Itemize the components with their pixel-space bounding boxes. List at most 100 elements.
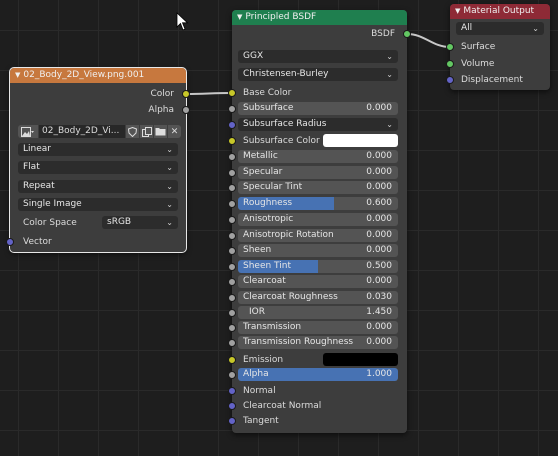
param-label: Roughness bbox=[243, 198, 293, 208]
image-texture-node[interactable]: ▼ 02_Body_2D_View.png.001 Color Alpha 02… bbox=[6, 67, 190, 253]
input-vector-socket[interactable] bbox=[6, 238, 14, 246]
param-row: Transmission Roughness 0.000 bbox=[228, 336, 407, 350]
param-row: IOR 1.450 bbox=[228, 306, 407, 320]
param-input-socket[interactable] bbox=[228, 169, 236, 177]
color-space-dropdown[interactable]: sRGB ⌄ bbox=[102, 216, 178, 229]
image-browse-icon[interactable] bbox=[18, 125, 38, 138]
param-input-socket[interactable] bbox=[228, 216, 236, 224]
subsurface-method-dropdown[interactable]: Christensen-Burley ⌄ bbox=[238, 68, 398, 81]
image-name-field[interactable]: 02_Body_2D_Vi... bbox=[39, 125, 125, 138]
param-input-socket[interactable] bbox=[228, 278, 236, 286]
collapse-arrow-icon[interactable]: ▼ bbox=[455, 4, 460, 19]
param-input-socket[interactable] bbox=[228, 247, 236, 255]
param-input-socket[interactable] bbox=[228, 200, 236, 208]
param-slider[interactable]: Transmission 0.000 bbox=[238, 321, 398, 334]
param-input-socket[interactable] bbox=[228, 153, 236, 161]
displacement-label: Displacement bbox=[461, 75, 523, 85]
input-normal-socket[interactable] bbox=[228, 387, 236, 395]
input-base-color-socket[interactable] bbox=[228, 89, 236, 97]
chevron-down-icon: ⌄ bbox=[386, 120, 393, 129]
output-node-header[interactable]: ▼ Material Output bbox=[450, 4, 550, 19]
param-input-socket[interactable] bbox=[228, 263, 236, 271]
source-dropdown[interactable]: Single Image ⌄ bbox=[18, 198, 178, 211]
param-input-socket[interactable] bbox=[228, 339, 236, 347]
param-row: Alpha 1.000 bbox=[228, 368, 407, 382]
param-input-socket[interactable] bbox=[228, 105, 236, 113]
output-node-title: Material Output bbox=[463, 6, 535, 16]
param-slider[interactable]: Roughness 0.600 bbox=[238, 197, 398, 210]
collapse-arrow-icon[interactable]: ▼ bbox=[15, 68, 20, 83]
close-icon[interactable]: ✕ bbox=[168, 125, 181, 138]
subsurface-color-swatch[interactable] bbox=[323, 134, 398, 147]
input-tangent-socket[interactable] bbox=[228, 417, 236, 425]
input-displacement-socket[interactable] bbox=[446, 76, 454, 84]
param-input-socket[interactable] bbox=[228, 294, 236, 302]
chevron-down-icon: ⌄ bbox=[386, 52, 393, 61]
chevron-down-icon: ⌄ bbox=[386, 70, 393, 79]
param-input-socket[interactable] bbox=[228, 371, 236, 379]
param-slider[interactable]: Clearcoat 0.000 bbox=[238, 275, 398, 288]
material-output-node[interactable]: ▼ Material Output All ⌄ Surface Volume D… bbox=[446, 4, 550, 90]
subsurface-radius-dropdown[interactable]: Subsurface Radius ⌄ bbox=[238, 118, 398, 131]
collapse-arrow-icon[interactable]: ▼ bbox=[237, 10, 242, 25]
extension-dropdown[interactable]: Repeat ⌄ bbox=[18, 180, 178, 193]
param-label: Subsurface bbox=[243, 103, 294, 113]
param-input-socket[interactable] bbox=[228, 324, 236, 332]
projection-value: Flat bbox=[23, 162, 40, 172]
param-slider[interactable]: Anisotropic 0.000 bbox=[238, 213, 398, 226]
param-label: Specular bbox=[243, 167, 283, 177]
input-subsurface-color-socket[interactable] bbox=[228, 137, 236, 145]
principled-bsdf-node[interactable]: ▼ Principled BSDF BSDF GGX ⌄ Christensen… bbox=[228, 10, 411, 433]
param-input-socket[interactable] bbox=[228, 232, 236, 240]
param-row: Anisotropic 0.000 bbox=[228, 213, 407, 227]
distribution-dropdown[interactable]: GGX ⌄ bbox=[238, 50, 398, 63]
input-surface-socket[interactable] bbox=[446, 43, 454, 51]
chevron-down-icon: ⌄ bbox=[166, 145, 173, 154]
input-subsurface-radius-socket[interactable] bbox=[228, 121, 236, 129]
param-slider[interactable]: Sheen Tint 0.500 bbox=[238, 260, 398, 273]
param-slider[interactable]: Clearcoat Roughness 0.030 bbox=[238, 291, 398, 304]
texture-node-title: 02_Body_2D_View.png.001 bbox=[23, 70, 145, 80]
param-label: Alpha bbox=[243, 369, 269, 379]
param-slider[interactable]: Alpha 1.000 bbox=[238, 368, 398, 381]
param-value: 0.000 bbox=[366, 337, 392, 347]
param-value: 0.500 bbox=[366, 261, 392, 271]
param-row: Specular Tint 0.000 bbox=[228, 181, 407, 195]
input-emission-socket[interactable] bbox=[228, 356, 236, 364]
output-bsdf-socket[interactable] bbox=[403, 30, 411, 38]
folder-icon[interactable] bbox=[154, 125, 167, 138]
param-value: 0.000 bbox=[366, 245, 392, 255]
param-row: Subsurface 0.000 bbox=[228, 102, 407, 116]
param-label: Sheen Tint bbox=[243, 261, 292, 271]
param-input-socket[interactable] bbox=[228, 184, 236, 192]
output-color-socket[interactable] bbox=[182, 90, 190, 98]
param-value: 1.450 bbox=[366, 307, 392, 317]
emission-color-swatch[interactable] bbox=[323, 353, 398, 366]
param-slider[interactable]: Specular Tint 0.000 bbox=[238, 181, 398, 194]
duplicate-icon[interactable] bbox=[140, 125, 153, 138]
param-value: 0.000 bbox=[366, 230, 392, 240]
param-slider[interactable]: Sheen 0.000 bbox=[238, 244, 398, 257]
bsdf-node-header[interactable]: ▼ Principled BSDF bbox=[232, 10, 407, 25]
target-dropdown[interactable]: All ⌄ bbox=[456, 22, 544, 35]
param-slider[interactable]: Anisotropic Rotation 0.000 bbox=[238, 229, 398, 242]
emission-label: Emission bbox=[243, 355, 284, 365]
param-slider[interactable]: Transmission Roughness 0.000 bbox=[238, 336, 398, 349]
input-volume-socket[interactable] bbox=[446, 60, 454, 68]
param-label: Anisotropic Rotation bbox=[243, 230, 334, 240]
param-slider[interactable]: Metallic 0.000 bbox=[238, 150, 398, 163]
mouse-cursor-icon bbox=[176, 12, 189, 31]
input-clearcoat-normal-socket[interactable] bbox=[228, 402, 236, 410]
texture-node-header[interactable]: ▼ 02_Body_2D_View.png.001 bbox=[10, 68, 186, 83]
output-alpha-socket[interactable] bbox=[182, 106, 190, 114]
projection-dropdown[interactable]: Flat ⌄ bbox=[18, 161, 178, 174]
param-row: Metallic 0.000 bbox=[228, 150, 407, 164]
param-input-socket[interactable] bbox=[228, 309, 236, 317]
shield-icon[interactable] bbox=[126, 125, 139, 138]
param-slider[interactable]: IOR 1.450 bbox=[238, 306, 398, 319]
param-slider[interactable]: Subsurface 0.000 bbox=[238, 102, 398, 115]
param-value: 0.000 bbox=[366, 103, 392, 113]
interpolation-dropdown[interactable]: Linear ⌄ bbox=[18, 143, 178, 156]
param-value: 0.000 bbox=[366, 322, 392, 332]
param-slider[interactable]: Specular 0.000 bbox=[238, 166, 398, 179]
